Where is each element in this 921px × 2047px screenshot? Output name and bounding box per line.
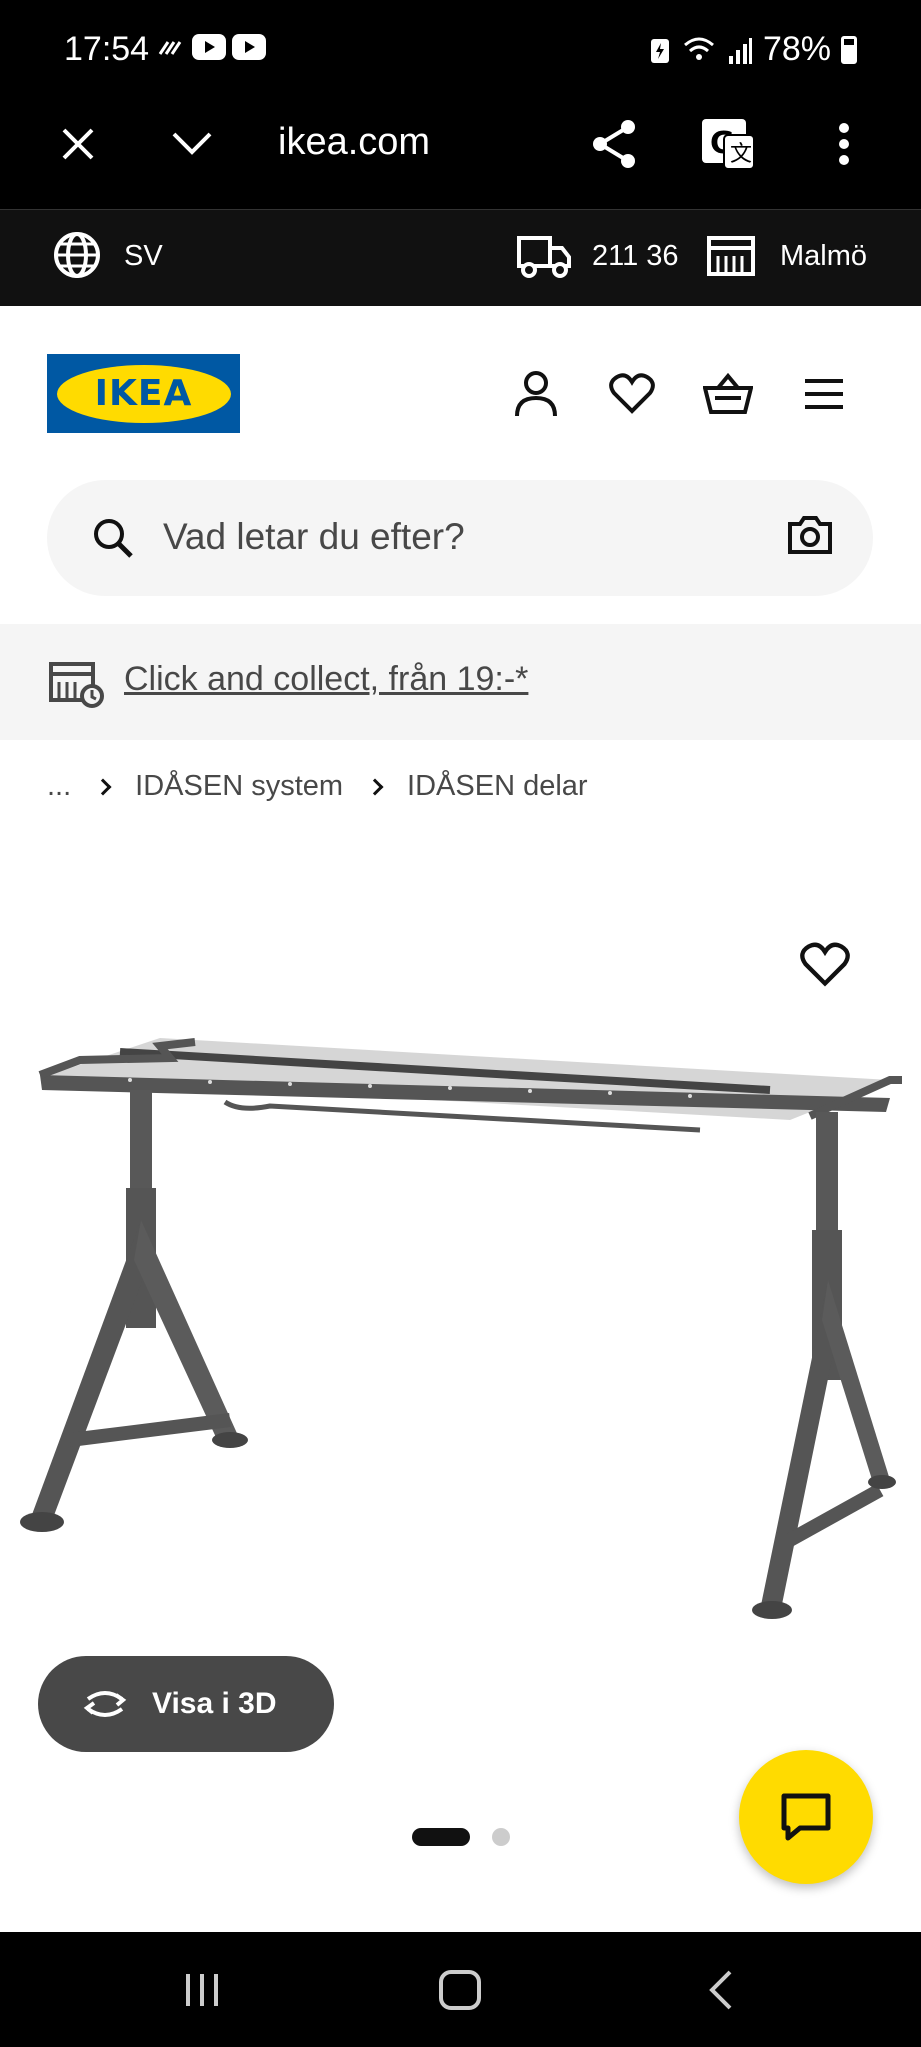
product-image-desk-frame[interactable]: [10, 1020, 910, 1640]
rotate-3d-icon: [83, 1691, 127, 1717]
breadcrumb: ... IDÅSEN system IDÅSEN delar: [47, 770, 588, 803]
battery-saver-icon: [650, 38, 669, 63]
wifi-icon: [683, 37, 714, 60]
store-name[interactable]: Malmö: [780, 240, 867, 273]
language-selector[interactable]: SV: [124, 240, 163, 273]
back-icon[interactable]: [690, 1962, 750, 2018]
close-icon[interactable]: [48, 114, 108, 174]
more-options-icon[interactable]: [814, 114, 874, 174]
chat-button[interactable]: [739, 1750, 873, 1884]
youtube-icon: [192, 34, 226, 60]
signal-icon: [728, 37, 752, 64]
svg-text:文: 文: [730, 142, 752, 167]
store-icon[interactable]: [706, 230, 756, 280]
search-icon: [94, 519, 133, 558]
delivery-truck-icon[interactable]: [516, 230, 572, 280]
notification-icons: [156, 34, 266, 60]
breadcrumb-ellipsis[interactable]: ...: [47, 770, 71, 803]
postal-code[interactable]: 211 36: [592, 240, 679, 273]
logo-text: IKEA: [56, 364, 231, 423]
ikea-logo[interactable]: IKEA: [47, 354, 240, 433]
promo-banner: Click and collect, från 19:-*: [0, 624, 921, 740]
search-bar[interactable]: Vad letar du efter?: [47, 480, 873, 596]
menu-icon[interactable]: [796, 366, 852, 422]
search-input[interactable]: Vad letar du efter?: [163, 516, 465, 558]
chevron-right-icon: [94, 778, 112, 795]
wishlist-heart-icon[interactable]: [604, 366, 660, 422]
view-in-3d-button[interactable]: Visa i 3D: [38, 1656, 334, 1752]
breadcrumb-item-idasen-delar[interactable]: IDÅSEN delar: [407, 770, 588, 803]
add-to-favorites-heart-icon[interactable]: [800, 940, 850, 990]
status-time: 17:54: [64, 30, 150, 68]
chevron-right-icon: [366, 778, 384, 795]
account-icon[interactable]: [508, 366, 564, 422]
click-and-collect-link[interactable]: Click and collect, från 19:-*: [124, 660, 528, 699]
url-bar[interactable]: ikea.com: [278, 120, 430, 164]
browser-toolbar: ikea.com G文: [0, 100, 921, 210]
pagination-dot-active[interactable]: [412, 1828, 470, 1846]
battery-percent: 78%: [762, 30, 831, 68]
youtube-icon: [232, 34, 266, 60]
recent-apps-icon[interactable]: [172, 1962, 232, 2018]
status-bar: 17:54 78%: [0, 0, 921, 100]
system-navigation-bar: [0, 1932, 921, 2047]
share-icon[interactable]: [584, 114, 644, 174]
view-in-3d-label: Visa i 3D: [152, 1687, 277, 1720]
chat-bubble-icon: [781, 1793, 831, 1841]
chevron-down-icon[interactable]: [162, 114, 222, 174]
click-and-collect-icon: [49, 662, 104, 708]
status-right: 78%: [649, 30, 857, 69]
shopping-basket-icon[interactable]: [700, 366, 756, 422]
home-icon[interactable]: [430, 1962, 490, 2018]
camera-search-icon[interactable]: [787, 514, 833, 556]
battery-icon: [841, 35, 857, 64]
call-forward-icon: [158, 41, 182, 55]
globe-icon[interactable]: [52, 230, 102, 280]
location-strip: SV 211 36 Malmö: [0, 210, 921, 306]
breadcrumb-item-idasen-system[interactable]: IDÅSEN system: [135, 770, 343, 803]
site-header: IKEA: [0, 306, 921, 476]
image-pagination: [412, 1828, 510, 1846]
translate-icon[interactable]: G文: [698, 114, 758, 174]
pagination-dot[interactable]: [492, 1828, 510, 1846]
